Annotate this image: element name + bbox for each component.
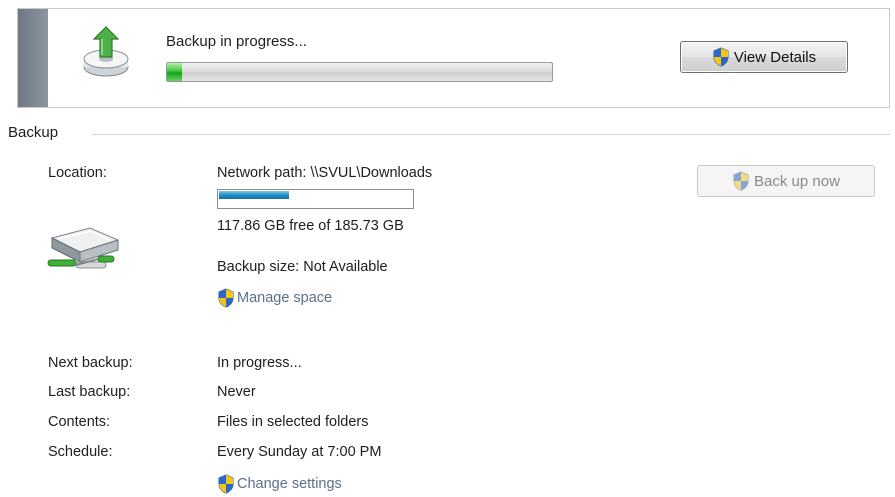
contents-label: Contents: [48,414,111,430]
schedule-value: Every Sunday at 7:00 PM [217,444,382,460]
network-drive-icon [47,227,120,269]
section-divider [92,134,890,135]
contents-value: Files in selected folders [217,414,369,430]
change-settings-link[interactable]: Change settings [217,474,342,494]
location-label: Location: [48,165,107,181]
storage-usage-bar [217,189,414,209]
backup-progress-fill [167,63,183,81]
location-value: Network path: \\SVUL\Downloads [217,165,433,181]
last-backup-label: Last backup: [48,384,131,400]
storage-usage-fill [219,191,290,199]
next-backup-label: Next backup: [48,355,133,371]
backup-drive-upload-icon [83,26,129,77]
change-settings-label: Change settings [237,476,342,492]
schedule-label: Schedule: [48,444,113,460]
manage-space-label: Manage space [237,290,333,306]
last-backup-value: Never [217,384,256,400]
back-up-now-button[interactable]: Back up now [697,165,875,197]
manage-space-link[interactable]: Manage space [217,288,332,308]
backup-progress-bar [166,62,553,82]
section-title: Backup [8,124,59,141]
back-up-now-label: Back up now [754,172,840,190]
uac-shield-icon [218,474,234,494]
panel-accent-bar [18,9,48,107]
backup-size-text: Backup size: Not Available [217,259,388,275]
progress-title: Backup in progress... [166,33,307,50]
free-space-text: 117.86 GB free of 185.73 GB [217,218,404,234]
uac-shield-icon [713,47,729,67]
uac-shield-icon [218,288,234,308]
next-backup-value: In progress... [217,355,302,371]
view-details-label: View Details [733,48,817,66]
view-details-button[interactable]: View Details [680,41,848,73]
uac-shield-icon [733,171,749,191]
